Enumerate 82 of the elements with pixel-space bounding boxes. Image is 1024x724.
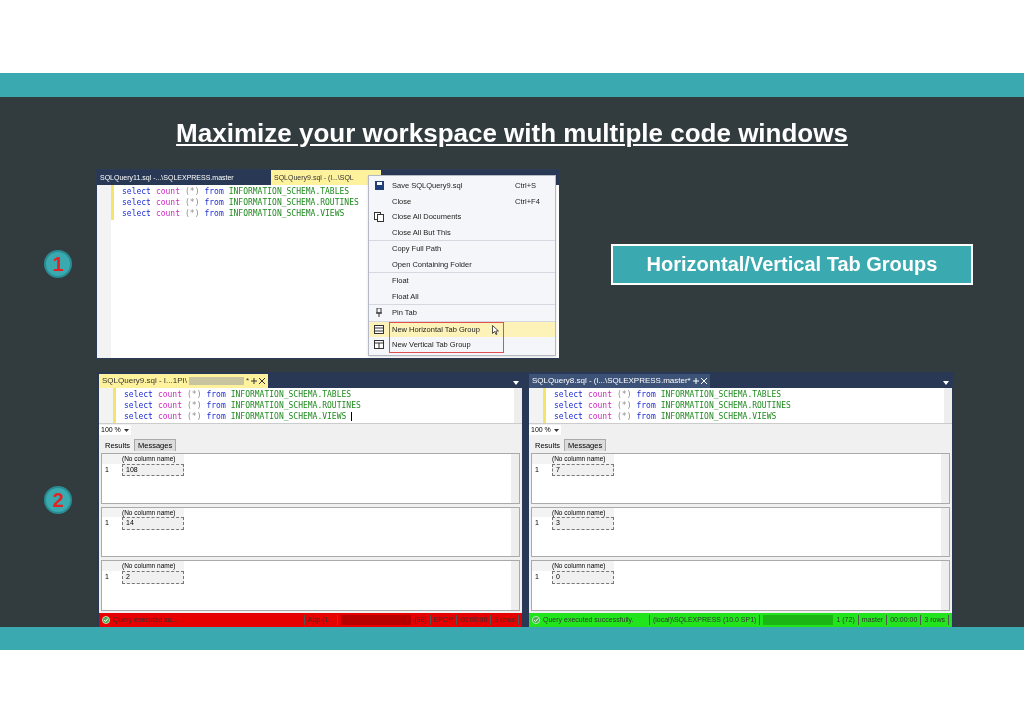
code-token: from bbox=[204, 197, 224, 208]
code-token: select bbox=[554, 400, 583, 411]
pin-icon bbox=[692, 378, 699, 384]
change-marker bbox=[113, 388, 116, 423]
scrollbar[interactable] bbox=[514, 388, 522, 423]
mouse-cursor-icon bbox=[492, 324, 499, 335]
blurred-text bbox=[763, 615, 834, 625]
code-token: count bbox=[155, 186, 180, 197]
scrollbar[interactable] bbox=[941, 561, 949, 610]
horizontal-split-icon bbox=[374, 324, 384, 334]
code-token: from bbox=[636, 411, 656, 422]
caret-icon bbox=[123, 428, 129, 432]
save-icon bbox=[374, 181, 384, 191]
document-tab[interactable]: SQLQuery9.sql - I...1PI\ * bbox=[99, 374, 269, 388]
code-token: select bbox=[122, 186, 151, 197]
dropdown-icon[interactable] bbox=[513, 381, 519, 385]
modified-mark: * bbox=[245, 375, 250, 387]
code-token: INFORMATION_SCHEMA.VIEWS bbox=[228, 208, 345, 219]
code-token: count bbox=[155, 197, 180, 208]
code-token: select bbox=[124, 411, 153, 422]
close-icon[interactable] bbox=[259, 378, 266, 384]
code-token: (*) bbox=[187, 411, 202, 422]
code-token: select bbox=[124, 389, 153, 400]
code-token: select bbox=[122, 197, 151, 208]
code-token: from bbox=[206, 389, 226, 400]
code-token: select bbox=[554, 411, 583, 422]
change-marker bbox=[111, 185, 114, 220]
scrollbar[interactable] bbox=[511, 507, 519, 557]
code-token: count bbox=[157, 411, 182, 422]
blurred-text bbox=[341, 615, 412, 625]
code-token: (*) bbox=[617, 411, 632, 422]
code-token: count bbox=[155, 208, 180, 219]
code-token: select bbox=[122, 208, 151, 219]
code-token: (*) bbox=[187, 389, 202, 400]
code-token: count bbox=[157, 400, 182, 411]
pin-icon bbox=[251, 378, 258, 384]
code-token: INFORMATION_SCHEMA.ROUTINES bbox=[230, 400, 361, 411]
code-token: (*) bbox=[617, 389, 632, 400]
code-token: (*) bbox=[185, 208, 200, 219]
code-token: select bbox=[554, 389, 583, 400]
code-token: from bbox=[636, 389, 656, 400]
document-tab[interactable]: SQLQuery8.sql - (l...\SQLEXPRESS.master* bbox=[529, 374, 710, 388]
code-token: INFORMATION_SCHEMA.ROUTINES bbox=[228, 197, 359, 208]
tab-title: SQLQuery8.sql - (l...\SQLEXPRESS.master* bbox=[532, 375, 691, 387]
code-token: INFORMATION_SCHEMA.VIEWS bbox=[660, 411, 777, 422]
scrollbar[interactable] bbox=[941, 454, 949, 503]
code-token: from bbox=[204, 208, 224, 219]
scrollbar[interactable] bbox=[511, 561, 519, 610]
slide-title: Maximize your workspace with multiple code windows bbox=[176, 116, 848, 150]
scrollbar[interactable] bbox=[941, 507, 949, 557]
code-token: count bbox=[587, 389, 612, 400]
code-token: from bbox=[204, 186, 224, 197]
scrollbar[interactable] bbox=[511, 454, 519, 503]
code-token: count bbox=[587, 400, 612, 411]
success-check-icon bbox=[102, 616, 110, 624]
code-token: INFORMATION_SCHEMA.ROUTINES bbox=[660, 400, 791, 411]
code-token: from bbox=[206, 400, 226, 411]
success-check-icon bbox=[532, 616, 540, 624]
code-token: INFORMATION_SCHEMA.TABLES bbox=[228, 186, 350, 197]
code-token: INFORMATION_SCHEMA.TABLES bbox=[230, 389, 352, 400]
code-token: INFORMATION_SCHEMA.VIEWS bbox=[230, 411, 347, 422]
caret-icon bbox=[553, 428, 559, 432]
vertical-split-icon bbox=[374, 340, 384, 350]
code-token: select bbox=[124, 400, 153, 411]
step-number: 1 bbox=[44, 250, 72, 278]
code-token: (*) bbox=[187, 400, 202, 411]
code-token: count bbox=[587, 411, 612, 422]
code-token: count bbox=[157, 389, 182, 400]
code-token: from bbox=[206, 411, 226, 422]
change-marker bbox=[543, 388, 546, 423]
dropdown-icon[interactable] bbox=[943, 381, 949, 385]
callout-box: Horizontal/Vertical Tab Groups bbox=[611, 243, 973, 285]
step-number: 2 bbox=[44, 485, 72, 514]
code-token: (*) bbox=[185, 197, 200, 208]
code-token: (*) bbox=[185, 186, 200, 197]
documents-icon bbox=[374, 211, 384, 222]
scrollbar[interactable] bbox=[944, 388, 952, 423]
code-token: INFORMATION_SCHEMA.TABLES bbox=[660, 389, 782, 400]
code-token: (*) bbox=[617, 400, 632, 411]
pin-icon bbox=[376, 308, 382, 318]
tab-title: SQLQuery9.sql - I...1PI\ bbox=[102, 375, 187, 387]
code-token: from bbox=[636, 400, 656, 411]
